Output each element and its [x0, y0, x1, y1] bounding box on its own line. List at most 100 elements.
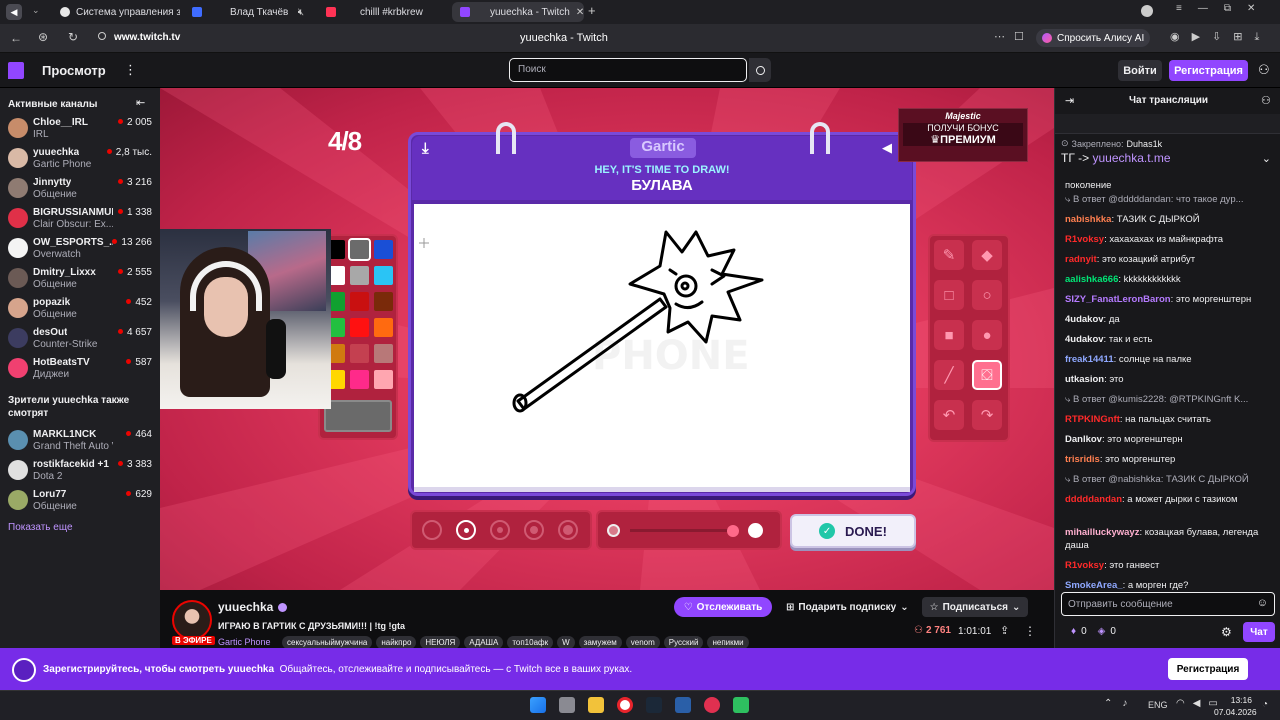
chat-users-icon[interactable]: ⚇	[1261, 94, 1271, 107]
share-icon[interactable]: ⇪	[1000, 624, 1009, 637]
bookmark-icon[interactable]: ☐	[1014, 30, 1024, 43]
rectangle-outline-icon[interactable]: □	[934, 280, 964, 310]
profile-icon[interactable]	[1141, 5, 1153, 17]
file-explorer-icon[interactable]	[588, 697, 604, 713]
keyboard-language[interactable]: ENG	[1148, 700, 1168, 710]
redo-icon[interactable]: ↷	[972, 400, 1002, 430]
ellipse-outline-icon[interactable]: ○	[972, 280, 1002, 310]
extension-icons[interactable]: ◉▶⇩⊞⤓	[1170, 30, 1271, 44]
channel-row[interactable]: Loru77 Общение 629	[0, 485, 160, 515]
terminal-icon[interactable]	[675, 697, 691, 713]
streamer-avatar[interactable]	[172, 600, 212, 640]
chat-username[interactable]: R1voksy	[1065, 234, 1104, 245]
chat-username[interactable]: mihailluckywayz	[1065, 527, 1139, 538]
browser-menu-icon[interactable]: ◀	[6, 4, 22, 20]
chat-username[interactable]: radnyit	[1065, 254, 1097, 265]
channel-row[interactable]: desOut Counter-Strike 4 657	[0, 323, 160, 353]
steam-icon[interactable]	[646, 697, 662, 713]
brush-size-option[interactable]	[490, 520, 510, 540]
palette-swatch[interactable]	[350, 344, 369, 363]
brush-size-option[interactable]	[524, 520, 544, 540]
reload-icon[interactable]: ↻	[68, 30, 78, 44]
chat-username[interactable]: RTPKINGnft	[1065, 414, 1120, 425]
game-app-icon[interactable]	[733, 697, 749, 713]
gift-sub-button[interactable]: ⊞ Подарить подписку ⌄	[778, 597, 918, 617]
close-tab-icon[interactable]: ✕	[576, 7, 584, 18]
pencil-icon[interactable]: ✎	[934, 240, 964, 270]
chat-username[interactable]: Danlkov	[1065, 434, 1102, 445]
tabs-dropdown-icon[interactable]: ⌄	[32, 5, 40, 16]
chat-username[interactable]: 4udakov	[1065, 314, 1104, 325]
opacity-slider-thumb[interactable]	[727, 525, 739, 537]
tab-1[interactable]: Система управления зак	[52, 2, 180, 22]
channel-row[interactable]: Dmitry_Lixxx Общение 2 555	[0, 263, 160, 293]
user-icon[interactable]: ⚇	[1258, 62, 1270, 78]
palette-swatch[interactable]	[374, 240, 393, 259]
stream-game[interactable]: Gartic Phone	[218, 637, 271, 647]
expand-chat-icon[interactable]: ⇥	[1065, 94, 1074, 107]
palette-swatch[interactable]	[374, 318, 393, 337]
streamer-name[interactable]: yuuechka	[218, 600, 273, 614]
palette-swatch[interactable]	[350, 370, 369, 389]
pinned-link[interactable]: yuuechka.t.me	[1093, 151, 1171, 165]
window-controls[interactable]: ≡—⧉✕	[1176, 3, 1271, 14]
chat-username[interactable]: R1voksy	[1065, 560, 1104, 571]
channel-row[interactable]: Jinnytty Общение 3 216	[0, 173, 160, 203]
banner-register-button[interactable]: Регистрация	[1168, 658, 1248, 680]
palette-swatch[interactable]	[350, 266, 369, 285]
brush-size-option[interactable]	[456, 520, 476, 540]
opacity-slider-track[interactable]	[630, 529, 736, 532]
more-menu-icon[interactable]: ⋮	[124, 62, 137, 78]
done-button[interactable]: ✓ DONE!	[790, 514, 916, 548]
download-icon[interactable]: ⤓	[422, 140, 429, 157]
channel-row[interactable]: MARKL1NCK Grand Theft Auto V 464	[0, 425, 160, 455]
tray-icons[interactable]: ⌃♪	[1104, 698, 1137, 709]
chevron-down-icon[interactable]: ⌄	[1262, 152, 1271, 165]
sound-icon[interactable]: ◀	[882, 140, 892, 156]
search-button[interactable]	[749, 58, 771, 82]
line-icon[interactable]: ╱	[934, 360, 964, 390]
chat-username[interactable]: SmokeArea_	[1065, 580, 1123, 591]
palette-swatch[interactable]	[350, 318, 369, 337]
subscribe-button[interactable]: ☆ Подписаться ⌄	[922, 597, 1028, 617]
register-button[interactable]: Регистрация	[1169, 60, 1248, 81]
notification-icon[interactable]: ◔	[1262, 699, 1268, 710]
chat-username[interactable]: utkasion	[1065, 374, 1104, 385]
search-input[interactable]: Поиск	[509, 58, 747, 82]
brush-size-option[interactable]	[558, 520, 578, 540]
mute-icon[interactable]: 🔇︎	[298, 7, 304, 18]
settings-app-icon[interactable]	[704, 697, 720, 713]
custom-color-swatch[interactable]	[324, 400, 392, 432]
channel-row[interactable]: HotBeatsTV Диджеи 587	[0, 353, 160, 383]
home-icon[interactable]: ⊛	[38, 30, 48, 44]
brush-size-option[interactable]	[422, 520, 442, 540]
channel-row[interactable]: yuuechka Gartic Phone 2,8 тыс.	[0, 143, 160, 173]
clock[interactable]: 13:16 07.04.2026	[1214, 694, 1257, 718]
chat-username[interactable]: aalishka666	[1065, 274, 1118, 285]
chat-username[interactable]: 4udakov	[1065, 334, 1104, 345]
channel-row[interactable]: popazik Общение 452	[0, 293, 160, 323]
palette-swatch[interactable]	[374, 344, 393, 363]
tab-3[interactable]: chilll #krbkrew	[318, 2, 446, 22]
chat-username[interactable]: trisridis	[1065, 454, 1100, 465]
pinned-message[interactable]: ⊙ Закреплено: Duhas1k ТГ -> yuuechka.t.m…	[1061, 138, 1275, 178]
new-tab-icon[interactable]: +	[588, 3, 596, 18]
twitch-logo-icon[interactable]	[8, 62, 24, 79]
ellipse-fill-icon[interactable]: ●	[972, 320, 1002, 350]
channel-row[interactable]: Chloe__IRL IRL 2 005	[0, 113, 160, 143]
url-field[interactable]: www.twitch.tv	[114, 32, 180, 43]
chat-username[interactable]: dddddandan	[1065, 494, 1122, 505]
browse-link[interactable]: Просмотр	[42, 63, 106, 78]
show-more-link[interactable]: Показать еще	[8, 522, 73, 533]
channel-row[interactable]: rostikfacekid +1 Dota 2 3 383	[0, 455, 160, 485]
chat-send-button[interactable]: Чат	[1243, 622, 1275, 642]
palette-swatch[interactable]	[374, 370, 393, 389]
chat-username[interactable]: SIZY_FanatLeronBaron	[1065, 294, 1171, 305]
palette-swatch[interactable]	[374, 292, 393, 311]
more-options-icon[interactable]: ⋮	[1024, 624, 1036, 638]
chat-settings-icon[interactable]: ⚙	[1221, 625, 1232, 639]
windows-start-icon[interactable]	[530, 697, 546, 713]
alice-button[interactable]: Спросить Алису AI	[1036, 29, 1151, 47]
login-button[interactable]: Войти	[1118, 60, 1162, 81]
palette-swatch[interactable]	[348, 238, 371, 261]
